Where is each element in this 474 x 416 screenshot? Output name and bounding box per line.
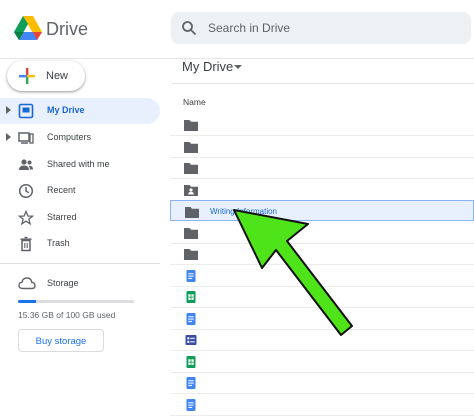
- file-row[interactable]: [170, 351, 474, 373]
- sidebar-item-label: Trash: [47, 238, 70, 248]
- new-button[interactable]: New: [7, 61, 85, 91]
- app-header: Drive Search in Drive: [0, 0, 474, 59]
- app-name[interactable]: Drive: [46, 19, 88, 40]
- google-forms-icon: [185, 335, 197, 345]
- sidebar-item-label: Recent: [47, 185, 76, 195]
- trash-icon: [20, 236, 32, 252]
- search-input[interactable]: Search in Drive: [208, 21, 290, 35]
- cloud-icon: [18, 277, 36, 290]
- folder-icon: [184, 249, 198, 260]
- folder-icon: [184, 120, 198, 131]
- sidebar-item-trash[interactable]: Trash: [0, 231, 160, 257]
- file-row[interactable]: [170, 394, 474, 416]
- file-row[interactable]: [170, 243, 474, 265]
- sidebar-item-starred[interactable]: Starred: [0, 205, 160, 231]
- file-row-selected[interactable]: Writing Information: [170, 200, 474, 221]
- storage-progress-fill: [18, 300, 36, 303]
- sidebar-item-label: Computers: [47, 132, 92, 142]
- sidebar: New My Drive Computers Shared with me Re…: [0, 58, 162, 415]
- sidebar-divider: [0, 263, 160, 264]
- plus-icon: [19, 68, 35, 84]
- search-icon[interactable]: [181, 20, 197, 36]
- folder-icon: [185, 207, 199, 218]
- file-row[interactable]: [170, 308, 474, 330]
- sidebar-item-recent[interactable]: Recent: [0, 178, 160, 204]
- expand-arrow-icon[interactable]: [6, 105, 12, 115]
- column-header-name[interactable]: Name: [183, 97, 206, 107]
- clock-icon: [18, 183, 34, 199]
- sidebar-item-computers[interactable]: Computers: [0, 125, 160, 151]
- folder-icon: [184, 141, 198, 153]
- file-row[interactable]: [170, 136, 474, 158]
- shared-icon: [19, 159, 33, 170]
- file-row[interactable]: [170, 222, 474, 244]
- sidebar-item-shared-with-me[interactable]: Shared with me: [0, 152, 160, 178]
- file-row[interactable]: [170, 372, 474, 394]
- storage-usage-text: 15.36 GB of 100 GB used: [18, 310, 116, 320]
- sidebar-item-label: My Drive: [47, 105, 85, 115]
- file-row[interactable]: [170, 157, 474, 179]
- file-row[interactable]: [170, 329, 474, 351]
- sidebar-item-label: Shared with me: [47, 159, 110, 169]
- dropdown-caret-icon[interactable]: [234, 64, 242, 70]
- search-bar[interactable]: Search in Drive: [171, 12, 471, 44]
- file-row[interactable]: [170, 265, 474, 287]
- folder-icon: [184, 227, 198, 239]
- sidebar-item-label: Starred: [47, 212, 77, 222]
- file-name[interactable]: Writing Information: [210, 207, 277, 216]
- star-icon: [18, 210, 34, 226]
- shared-folder-icon: [184, 184, 198, 196]
- file-row[interactable]: [170, 114, 474, 136]
- drive-logo-icon[interactable]: [14, 16, 42, 40]
- sidebar-item-my-drive[interactable]: My Drive: [0, 98, 160, 124]
- expand-arrow-icon[interactable]: [6, 132, 12, 142]
- my-drive-icon: [18, 103, 34, 119]
- storage-progress-bar: [18, 300, 134, 303]
- file-row[interactable]: [170, 179, 474, 201]
- file-row[interactable]: [170, 286, 474, 308]
- google-docs-icon: [186, 269, 196, 282]
- main-divider: [172, 83, 474, 84]
- google-sheets-icon: [186, 355, 196, 368]
- storage-label[interactable]: Storage: [47, 278, 79, 288]
- google-docs-icon: [186, 398, 196, 411]
- buy-storage-button[interactable]: Buy storage: [18, 329, 104, 352]
- google-docs-icon: [186, 312, 196, 325]
- computers-icon: [18, 132, 34, 144]
- page-title[interactable]: My Drive: [182, 59, 233, 74]
- new-button-label: New: [46, 70, 69, 82]
- google-docs-icon: [186, 377, 196, 389]
- folder-icon: [184, 163, 198, 174]
- google-sheets-icon: [186, 291, 196, 303]
